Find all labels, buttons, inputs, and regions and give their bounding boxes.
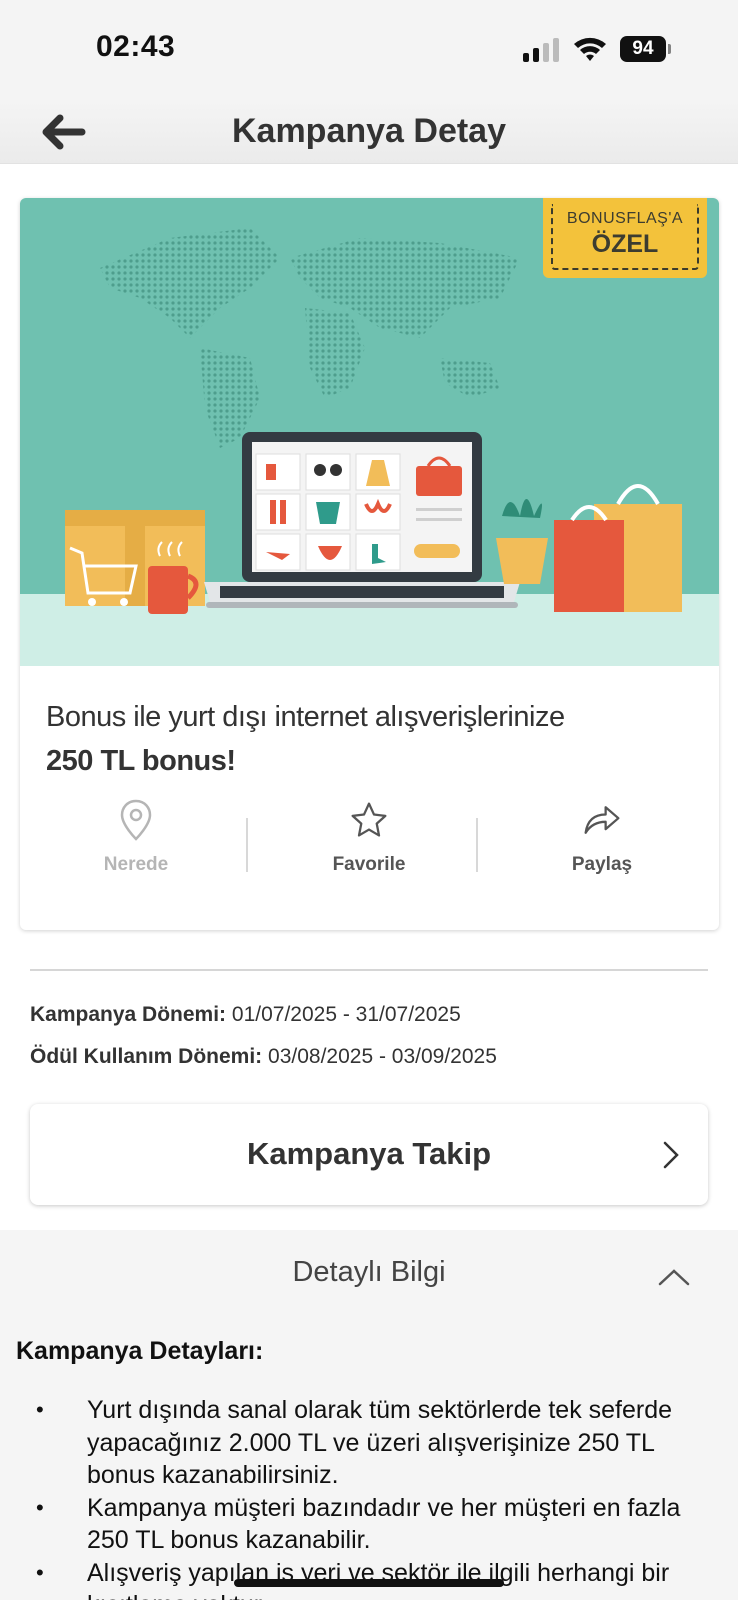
details-list: Yurt dışında sanal olarak tüm sektörlerd… [0,1394,738,1600]
star-icon [351,802,387,837]
campaign-period-value: 01/07/2025 - 31/07/2025 [231,1003,461,1026]
campaign-card: BONUSFLAŞ'A ÖZEL Bonus ile yurt dışı int… [20,198,719,930]
detayli-bilgi-header[interactable]: Detaylı Bilgi [0,1256,738,1289]
list-item: Kampanya müşteri bazındadır ve her müşte… [0,1492,738,1557]
page-title: Kampanya Detay [231,112,506,150]
nerede-button[interactable]: Nerede [20,798,252,888]
location-pin-icon [120,799,152,841]
status-time: 02:43 [96,30,176,63]
paylas-button[interactable]: Paylaş [486,798,718,888]
campaign-banner-image: BONUSFLAŞ'A ÖZEL [20,198,719,666]
nav-bar: Kampanya Detay [0,100,738,164]
reward-period: Ödül Kullanım Dönemi: 03/08/2025 - 03/09… [30,1045,497,1069]
wifi-icon [574,37,606,61]
section-divider [30,969,708,971]
badge-bottom-text: ÖZEL [591,230,659,258]
action-divider [476,818,478,872]
nerede-label: Nerede [103,854,169,875]
reward-period-label: Ödül Kullanım Dönemi: [30,1045,263,1068]
badge-top-text: BONUSFLAŞ'A [566,210,684,227]
kampanya-takip-label: Kampanya Takip [246,1136,492,1171]
campaign-title: Bonus ile yurt dışı internet alışverişle… [46,701,565,733]
bonusflas-ozel-badge: BONUSFLAŞ'A ÖZEL [543,198,707,278]
campaign-bonus: 250 TL bonus! [46,745,236,777]
campaign-period: Kampanya Dönemi: 01/07/2025 - 31/07/2025 [30,1003,461,1027]
paylas-label: Paylaş [571,854,633,875]
details-section: Detaylı Bilgi Kampanya Detayları: Yurt d… [0,1230,738,1600]
battery-level: 94 [620,36,666,62]
list-item: Yurt dışında sanal olarak tüm sektörlerd… [0,1394,738,1492]
chevron-up-icon[interactable] [658,1268,690,1286]
chevron-right-icon [663,1141,679,1169]
favorile-button[interactable]: Favorile [253,798,485,888]
home-indicator [234,1579,504,1587]
kampanya-takip-button[interactable]: Kampanya Takip [30,1104,708,1205]
status-bar: 02:43 94 [0,0,738,100]
signal-icon [523,38,559,62]
favorile-label: Favorile [332,854,406,875]
battery-icon: 94 [620,36,672,62]
campaign-period-label: Kampanya Dönemi: [30,1003,227,1026]
details-title: Kampanya Detayları: [16,1337,264,1365]
action-divider [246,818,248,872]
share-icon [584,806,620,834]
reward-period-value: 03/08/2025 - 03/09/2025 [268,1045,497,1068]
